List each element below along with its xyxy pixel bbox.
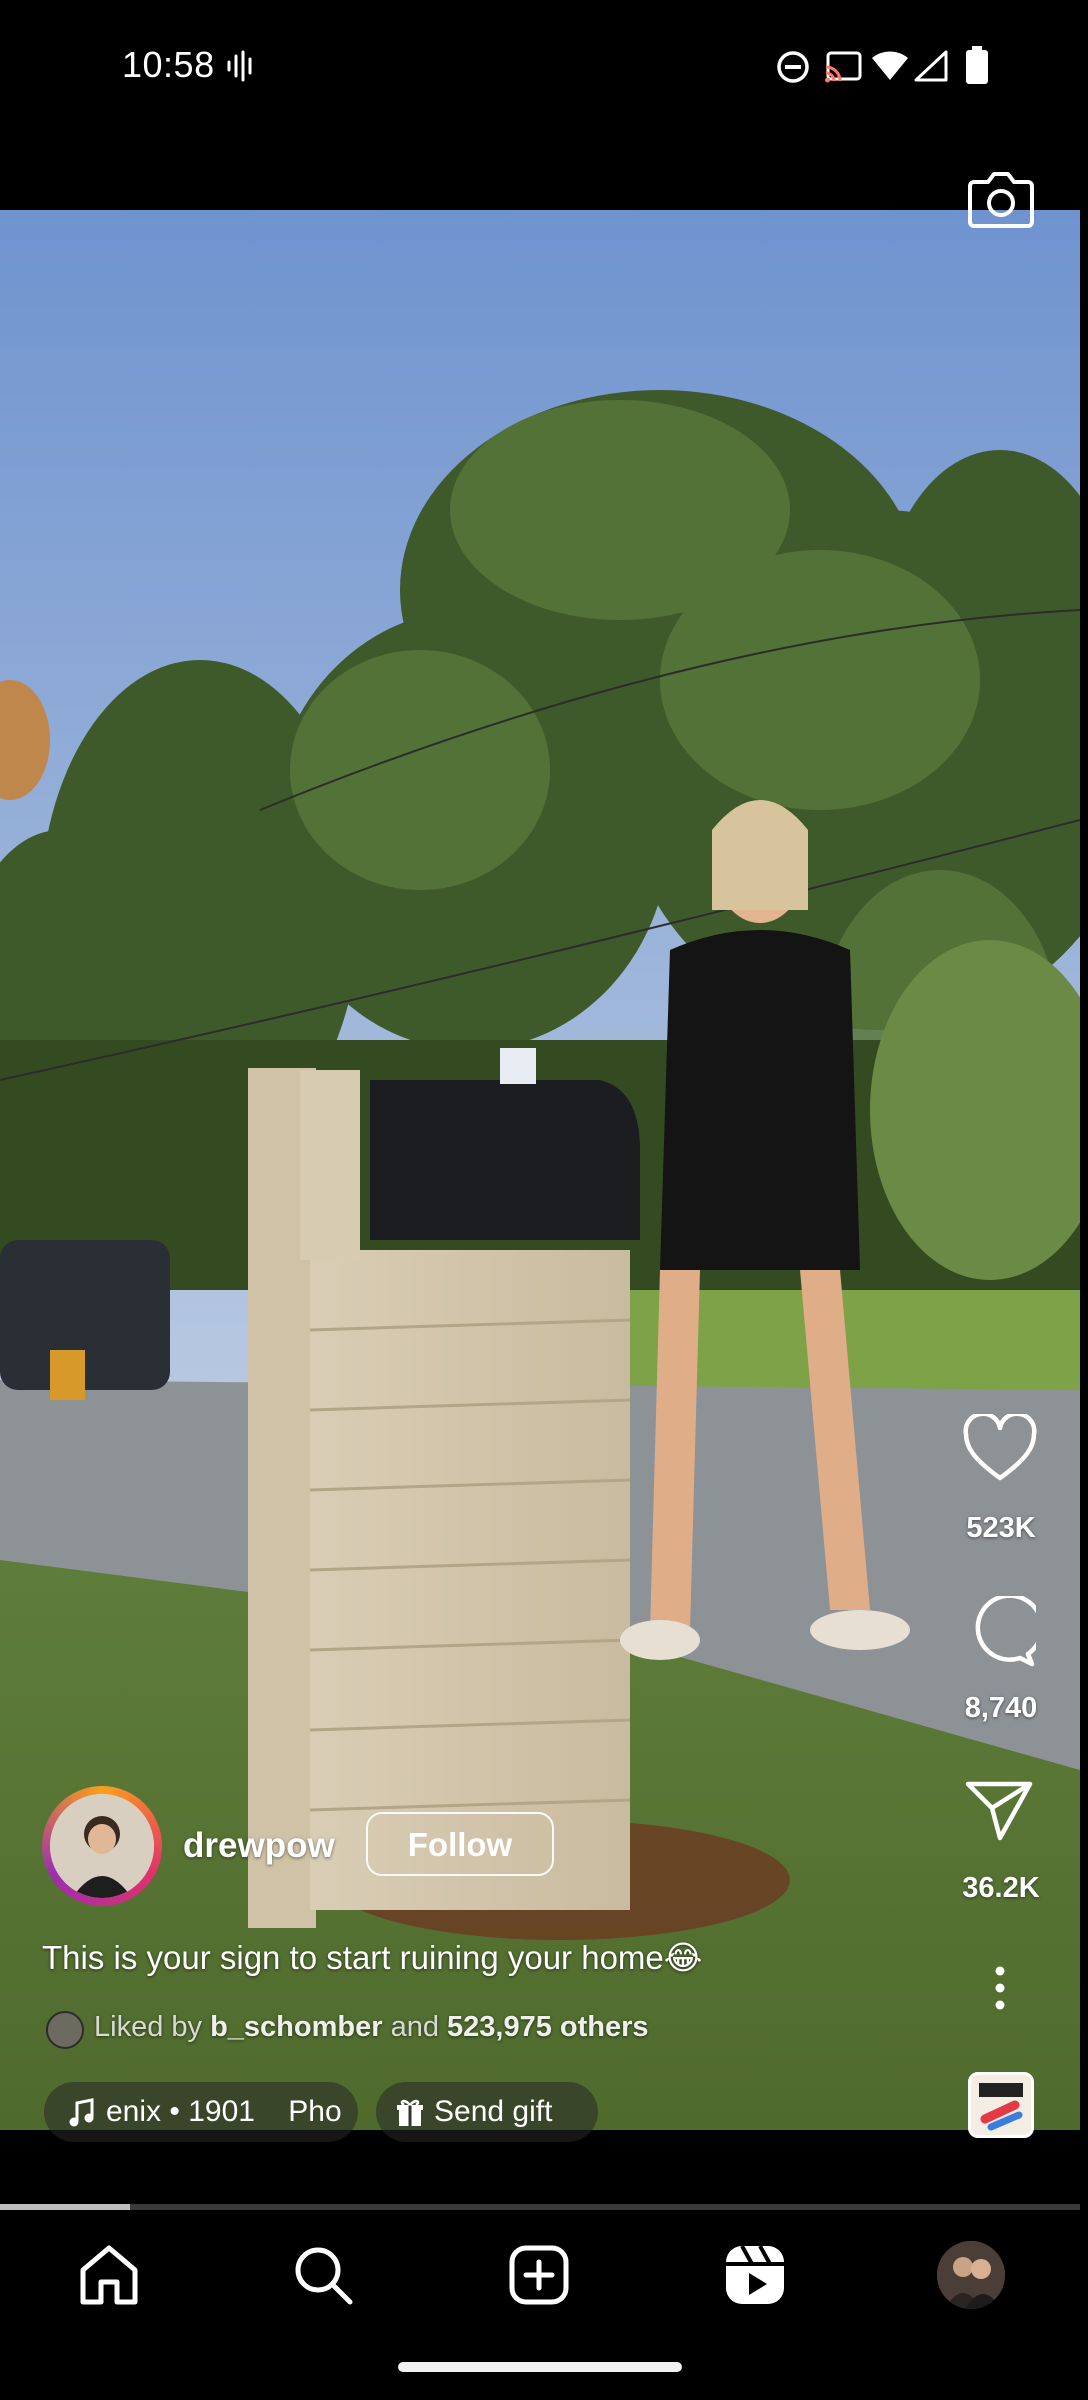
voice-recording-icon xyxy=(226,50,256,87)
comment-icon xyxy=(975,1593,1045,1667)
liked-by-text[interactable]: Liked by b_schomber and 523,975 others xyxy=(94,2011,649,2044)
more-options-icon[interactable] xyxy=(990,1966,1010,2015)
share-button[interactable] xyxy=(964,1778,1034,1847)
camera-icon[interactable] xyxy=(966,168,1036,235)
music-chip[interactable]: enix • 1901 Pho xyxy=(44,2082,358,2142)
audio-thumbnail[interactable] xyxy=(968,2072,1034,2138)
share-count: 36.2K xyxy=(962,1872,1040,1904)
status-time: 10:58 xyxy=(122,44,215,85)
comment-count: 8,740 xyxy=(964,1692,1038,1724)
music-track-text: enix • 1901 Pho xyxy=(106,2095,342,2128)
liked-by-user[interactable]: b_schomber xyxy=(210,2011,382,2043)
profile-avatar xyxy=(937,2241,1005,2309)
nav-profile[interactable] xyxy=(936,2240,1006,2310)
gift-icon xyxy=(397,2099,423,2127)
liked-by-others[interactable]: 523,975 others xyxy=(447,2011,649,2043)
like-count: 523K xyxy=(966,1512,1036,1544)
author-username[interactable]: drewpow xyxy=(183,1826,335,1866)
caption[interactable]: This is your sign to start ruining your … xyxy=(42,1938,702,1977)
search-icon xyxy=(295,2247,353,2305)
nav-home[interactable] xyxy=(74,2240,144,2310)
create-icon xyxy=(509,2245,569,2305)
liked-by-avatar xyxy=(46,2011,84,2049)
liked-by-prefix: Liked by xyxy=(94,2011,203,2043)
send-gift-label: Send gift xyxy=(434,2095,553,2128)
heart-icon xyxy=(963,1411,1037,1481)
author-avatar[interactable] xyxy=(50,1794,154,1898)
send-gift-chip[interactable]: Send gift xyxy=(376,2082,598,2142)
cast-icon xyxy=(824,50,864,89)
home-icon xyxy=(80,2245,138,2305)
nav-create[interactable] xyxy=(504,2240,574,2310)
liked-by-and: and xyxy=(390,2011,439,2043)
comment-button[interactable] xyxy=(964,1593,1045,1673)
gesture-handle[interactable] xyxy=(398,2362,682,2372)
reels-icon xyxy=(726,2245,784,2304)
like-button[interactable] xyxy=(962,1411,1038,1487)
nav-search[interactable] xyxy=(288,2240,358,2310)
battery-icon xyxy=(966,46,988,89)
nav-reels[interactable] xyxy=(720,2240,790,2310)
music-note-icon xyxy=(69,2098,94,2127)
signal-icon xyxy=(914,50,948,87)
wifi-icon xyxy=(870,50,910,87)
do-not-disturb-icon xyxy=(776,50,810,89)
follow-button[interactable]: Follow xyxy=(366,1812,554,1876)
send-icon xyxy=(965,1781,1033,1841)
